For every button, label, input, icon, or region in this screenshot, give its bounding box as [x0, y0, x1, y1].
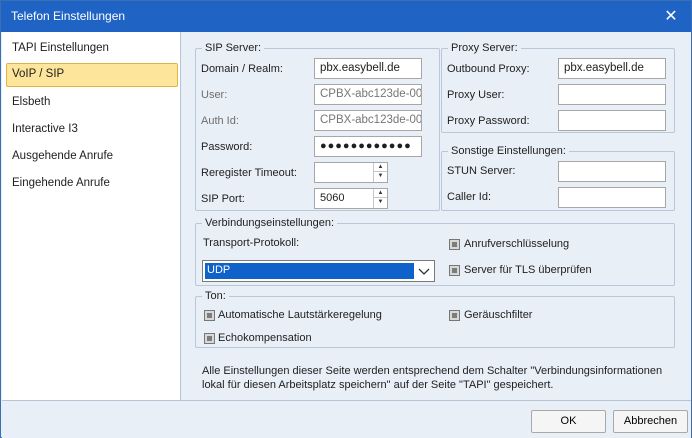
sip-server-group: SIP Server: Domain / Realm: pbx.easybell…	[195, 42, 440, 211]
password-label: Password:	[201, 141, 253, 153]
settings-note: Alle Einstellungen dieser Seite werden e…	[202, 365, 663, 391]
tls-verify-checkbox[interactable]	[449, 265, 460, 276]
outbound-proxy-input[interactable]: pbx.easybell.de	[558, 58, 666, 79]
auth-id-label: Auth Id:	[201, 115, 239, 127]
auth-id-input[interactable]: CPBX-abc123de-00	[314, 110, 422, 131]
other-settings-group: Sonstige Einstellungen: STUN Server: Cal…	[441, 145, 675, 211]
spinner-buttons: ▲ ▼	[373, 163, 387, 182]
echo-cancel-label: Echokompensation	[218, 332, 312, 344]
password-input[interactable]: ●●●●●●●●●●●●	[314, 136, 422, 157]
arrow-down-icon[interactable]: ▼	[374, 198, 387, 207]
user-label: User:	[201, 89, 228, 101]
sidebar: TAPI Einstellungen VoIP / SIP Elsbeth In…	[2, 32, 181, 400]
sidebar-item-elsbeth[interactable]: Elsbeth	[6, 91, 178, 115]
settings-window: Telefon Einstellungen ✕ TAPI Einstellung…	[0, 0, 692, 438]
dialog-footer: OK Abbrechen	[2, 400, 691, 438]
ok-button[interactable]: OK	[531, 410, 606, 433]
connection-settings-legend: Verbindungseinstellungen:	[202, 217, 338, 229]
domain-input[interactable]: pbx.easybell.de	[314, 58, 422, 79]
sidebar-item-incoming-calls[interactable]: Eingehende Anrufe	[6, 172, 178, 196]
outbound-proxy-label: Outbound Proxy:	[447, 63, 530, 75]
sidebar-item-interactive-i3[interactable]: Interactive I3	[6, 118, 178, 142]
auto-gain-label: Automatische Lautstärkeregelung	[218, 309, 382, 321]
call-encryption-checkbox[interactable]	[449, 239, 460, 250]
call-encryption-label: Anrufverschlüsselung	[464, 238, 570, 250]
reregister-timeout-spinner[interactable]: ▲ ▼	[314, 162, 388, 183]
noise-filter-label: Geräuschfilter	[464, 309, 533, 321]
domain-label: Domain / Realm:	[201, 63, 283, 75]
echo-cancel-checkbox[interactable]	[204, 333, 215, 344]
proxy-server-legend: Proxy Server:	[448, 42, 521, 54]
sidebar-item-tapi[interactable]: TAPI Einstellungen	[6, 37, 178, 61]
sidebar-item-voip[interactable]: VoIP / SIP	[6, 63, 178, 87]
sip-server-legend: SIP Server:	[202, 42, 265, 54]
stun-server-label: STUN Server:	[447, 165, 516, 177]
user-input[interactable]: CPBX-abc123de-00	[314, 84, 422, 105]
sip-port-spinner[interactable]: 5060 ▲ ▼	[314, 188, 388, 209]
arrow-up-icon[interactable]: ▲	[374, 189, 387, 198]
sound-group: Ton: Automatische Lautstärkeregelung Ger…	[195, 290, 675, 348]
connection-settings-group: Verbindungseinstellungen: Transport-Prot…	[195, 217, 675, 286]
transport-protocol-label: Transport-Protokoll:	[203, 237, 300, 249]
caller-id-input[interactable]	[558, 187, 666, 208]
transport-protocol-select[interactable]: UDP	[202, 260, 435, 282]
close-icon[interactable]: ✕	[651, 1, 691, 32]
reregister-timeout-label: Reregister Timeout:	[201, 167, 297, 179]
arrow-up-icon[interactable]: ▲	[374, 163, 387, 172]
auto-gain-checkbox[interactable]	[204, 310, 215, 321]
other-settings-legend: Sonstige Einstellungen:	[448, 145, 569, 157]
sip-port-value: 5060	[320, 192, 345, 204]
noise-filter-checkbox[interactable]	[449, 310, 460, 321]
main-panel: SIP Server: Domain / Realm: pbx.easybell…	[182, 32, 691, 400]
sidebar-item-outgoing-calls[interactable]: Ausgehende Anrufe	[6, 145, 178, 169]
caller-id-label: Caller Id:	[447, 191, 492, 203]
proxy-password-input[interactable]	[558, 110, 666, 131]
transport-protocol-value: UDP	[205, 263, 414, 279]
proxy-server-group: Proxy Server: Outbound Proxy: pbx.easybe…	[441, 42, 675, 133]
sip-port-label: SIP Port:	[201, 193, 245, 205]
arrow-down-icon[interactable]: ▼	[374, 172, 387, 181]
title-bar: Telefon Einstellungen ✕	[1, 1, 691, 32]
sound-legend: Ton:	[202, 290, 229, 302]
spinner-buttons: ▲ ▼	[373, 189, 387, 208]
cancel-button[interactable]: Abbrechen	[613, 410, 688, 433]
stun-server-input[interactable]	[558, 161, 666, 182]
window-title: Telefon Einstellungen	[11, 9, 126, 23]
tls-verify-label: Server für TLS überprüfen	[464, 264, 592, 276]
proxy-user-input[interactable]	[558, 84, 666, 105]
proxy-password-label: Proxy Password:	[447, 115, 530, 127]
proxy-user-label: Proxy User:	[447, 89, 505, 101]
chevron-down-icon	[418, 268, 430, 275]
